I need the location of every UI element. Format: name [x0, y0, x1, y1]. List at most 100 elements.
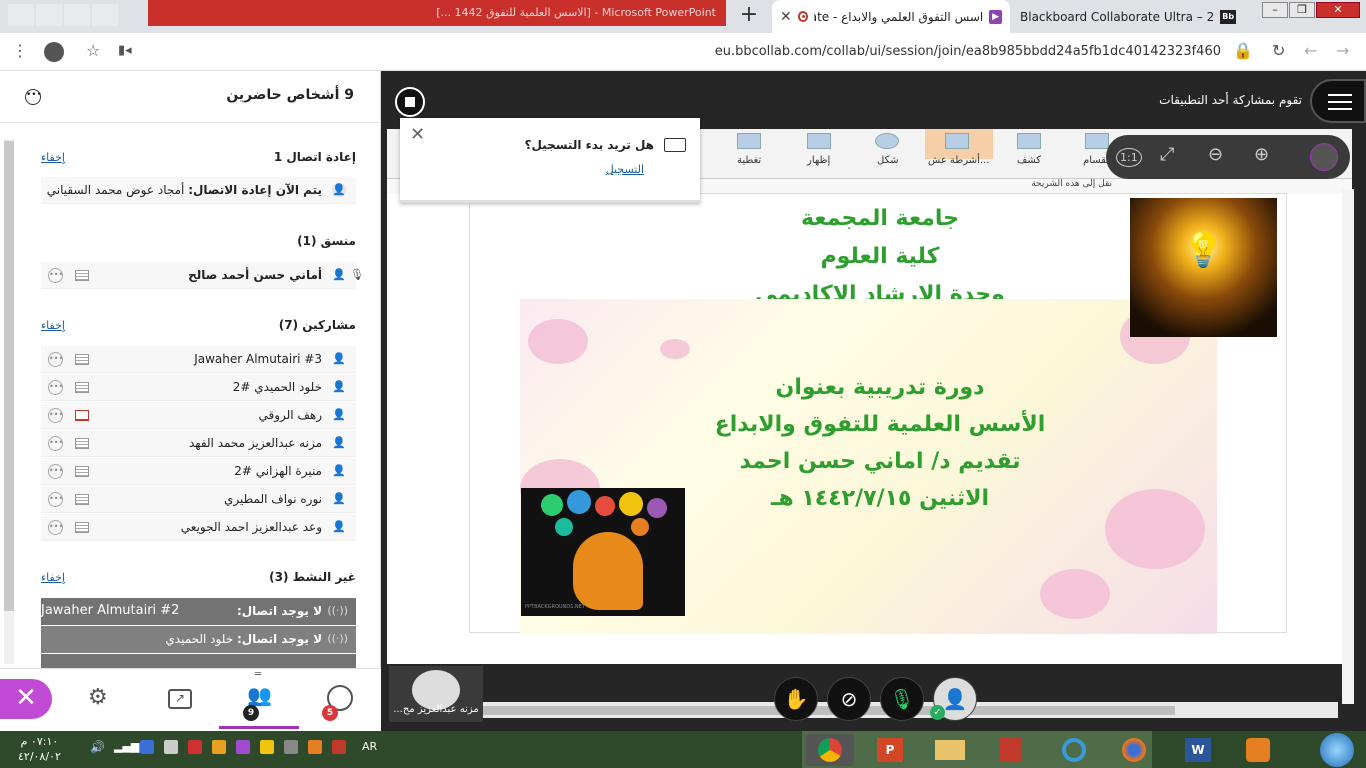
attendees-tab-button[interactable]: ═ 👥 9 — [219, 669, 299, 729]
tray-icon[interactable] — [308, 740, 322, 754]
more-options-icon[interactable]: ••• — [48, 408, 63, 423]
chat-icon[interactable] — [75, 382, 89, 393]
panel-header: ••• 9 أشخاص حاضرين — [0, 71, 380, 123]
person-icon: 👤 — [332, 408, 346, 421]
more-options-icon[interactable]: ••• — [48, 268, 63, 283]
hide-link[interactable]: إخفاء — [41, 151, 65, 164]
hide-link[interactable]: إخفاء — [41, 571, 65, 584]
cast-icon[interactable]: ▮◂ — [118, 43, 132, 58]
media-player-icon[interactable] — [1234, 734, 1282, 766]
zoom-in-icon[interactable]: ⊕ — [1254, 144, 1269, 165]
table-row[interactable]: 👤 رهف الروقي ••• — [41, 402, 356, 429]
share-content-icon[interactable]: ↗ — [168, 689, 192, 709]
system-clock[interactable]: ٠٧:١٠ م ٤٢/٠٨/٠٢ — [18, 734, 61, 764]
chat-icon[interactable] — [75, 494, 89, 505]
table-row[interactable]: 👤 وعد عبدالعزيز احمد الجويعي ••• — [41, 514, 356, 541]
chat-icon[interactable] — [75, 438, 89, 449]
minimize-button[interactable]: – — [1262, 2, 1288, 18]
more-options-icon[interactable]: ••• — [48, 436, 63, 451]
file-explorer-icon[interactable] — [926, 734, 974, 766]
powerpoint-icon[interactable]: P — [866, 734, 914, 766]
tab-blackboard[interactable]: Blackboard Collaborate Ultra – 2 Bb — [1012, 0, 1246, 33]
settings-gear-icon[interactable]: ⚙ — [88, 685, 108, 710]
reload-icon[interactable]: ↻ — [1272, 41, 1285, 60]
fit-screen-icon[interactable]: ⤢ — [1160, 144, 1174, 165]
new-tab-button[interactable]: + — [734, 3, 764, 29]
warning-icon[interactable] — [260, 740, 274, 754]
chat-icon[interactable] — [75, 410, 89, 421]
chat-icon[interactable] — [75, 270, 89, 281]
ribbon-item[interactable]: أشرطة عش... — [928, 155, 989, 166]
menu-dots-icon[interactable]: ⋮ — [12, 41, 28, 60]
bookmark-star-icon[interactable]: ☆ — [86, 41, 100, 60]
start-button-icon[interactable] — [1320, 733, 1354, 767]
chat-icon[interactable] — [75, 354, 89, 365]
start-recording-link[interactable]: التسجيل — [606, 163, 644, 176]
volume-icon[interactable]: 🔊 — [90, 740, 105, 754]
tray-icon[interactable] — [212, 740, 226, 754]
table-row[interactable]: 👤 منيرة الهزاني #2 ••• — [41, 458, 356, 485]
table-row[interactable]: 👤 مزنه عبدالعزيز محمد الفهد ••• — [41, 430, 356, 457]
network-icon[interactable]: ▂▄▆ — [114, 740, 139, 753]
profile-avatar-icon[interactable] — [44, 42, 64, 62]
panel-scroll-thumb[interactable] — [4, 141, 14, 611]
section-inactive: غير النشط (3) إخفاء — [41, 570, 356, 588]
table-row[interactable]: 👤 Jawaher Almutairi #3 ••• — [41, 346, 356, 373]
tray-icon[interactable] — [236, 740, 250, 754]
shield-icon[interactable] — [188, 740, 202, 754]
list-item[interactable]: 👤 يتم الآن إعادة الاتصال: أمجاد عوض محمد… — [41, 177, 356, 204]
actual-size-button[interactable]: 1:1 — [1116, 148, 1142, 167]
list-item[interactable]: 🎙 👤 أماني حسن أحمد صالح ••• — [41, 262, 364, 289]
chat-icon[interactable] — [75, 466, 89, 477]
close-panel-button[interactable]: ✕ — [0, 679, 52, 719]
lock-icon[interactable]: 🔒 — [1233, 41, 1253, 60]
ribbon-item[interactable]: كشف — [1017, 155, 1041, 166]
more-options-icon[interactable]: ••• — [48, 380, 63, 395]
language-indicator[interactable]: AR — [362, 740, 377, 753]
no-connection-icon: ((·)) — [327, 604, 348, 617]
hide-link[interactable]: إخفاء — [41, 319, 65, 332]
slide-vertical-scrollbar[interactable] — [1342, 189, 1354, 704]
acrobat-icon[interactable] — [986, 734, 1034, 766]
table-row[interactable]: 👤 نوره نواف المطيري ••• — [41, 486, 356, 513]
microphone-button[interactable]: 🎙 — [880, 677, 924, 721]
more-options-icon[interactable]: ••• — [48, 520, 63, 535]
tray-icon[interactable] — [284, 740, 298, 754]
session-menu-button[interactable] — [1310, 79, 1366, 123]
firefox-icon[interactable] — [1110, 734, 1158, 766]
url-field[interactable]: eu.bbcollab.com/collab/ui/session/join/e… — [715, 44, 1221, 59]
tray-icon[interactable] — [164, 740, 178, 754]
tray-icon[interactable] — [332, 740, 346, 754]
back-icon[interactable]: → — [1336, 41, 1349, 60]
chat-icon[interactable] — [75, 522, 89, 533]
tab-active[interactable]: ✕ اسس التفوق العلمي والابداع - orate ▶ — [772, 0, 1010, 33]
table-row[interactable]: ((·)) لا يوجد اتصال: خلود الحميدي — [41, 626, 356, 653]
table-row[interactable] — [41, 654, 356, 668]
word-icon[interactable]: W — [1174, 734, 1222, 766]
camera-off-button[interactable]: ⊘ — [827, 677, 871, 721]
ribbon-item[interactable]: إظهار — [807, 155, 830, 166]
internet-explorer-icon[interactable] — [1050, 734, 1098, 766]
search-zoom-icon[interactable] — [1310, 143, 1338, 171]
more-options-icon[interactable]: ••• — [48, 464, 63, 479]
window-close-button[interactable]: ✕ — [1316, 2, 1360, 18]
more-options-icon[interactable]: ••• — [48, 492, 63, 507]
close-tab-icon[interactable]: ✕ — [780, 9, 792, 25]
attendee-name: Jawaher Almutairi #3 — [194, 352, 322, 366]
powerpoint-window-title[interactable]: Microsoft PowerPoint - [الاسس العلمية لل… — [148, 0, 726, 26]
zoom-out-icon[interactable]: ⊖ — [1208, 144, 1223, 165]
record-button[interactable] — [395, 87, 425, 117]
more-options-icon[interactable]: ••• — [25, 89, 42, 105]
raise-hand-button[interactable]: ✋ — [774, 677, 818, 721]
forward-icon[interactable]: ← — [1304, 41, 1317, 60]
table-row[interactable]: 👤 خلود الحميدي #2 ••• — [41, 374, 356, 401]
collaborate-favicon-icon: ▶ — [989, 9, 1002, 24]
bluetooth-icon[interactable] — [140, 740, 154, 754]
close-icon[interactable]: ✕ — [410, 124, 425, 145]
restore-button[interactable]: ❐ — [1289, 2, 1315, 18]
more-options-icon[interactable]: ••• — [48, 352, 63, 367]
table-row[interactable]: ((·)) لا يوجد اتصال: Jawaher Almutairi #… — [41, 598, 356, 625]
chrome-icon[interactable] — [806, 734, 854, 766]
ribbon-item[interactable]: شكل — [877, 155, 898, 166]
ribbon-item[interactable]: تغطية — [737, 155, 761, 166]
